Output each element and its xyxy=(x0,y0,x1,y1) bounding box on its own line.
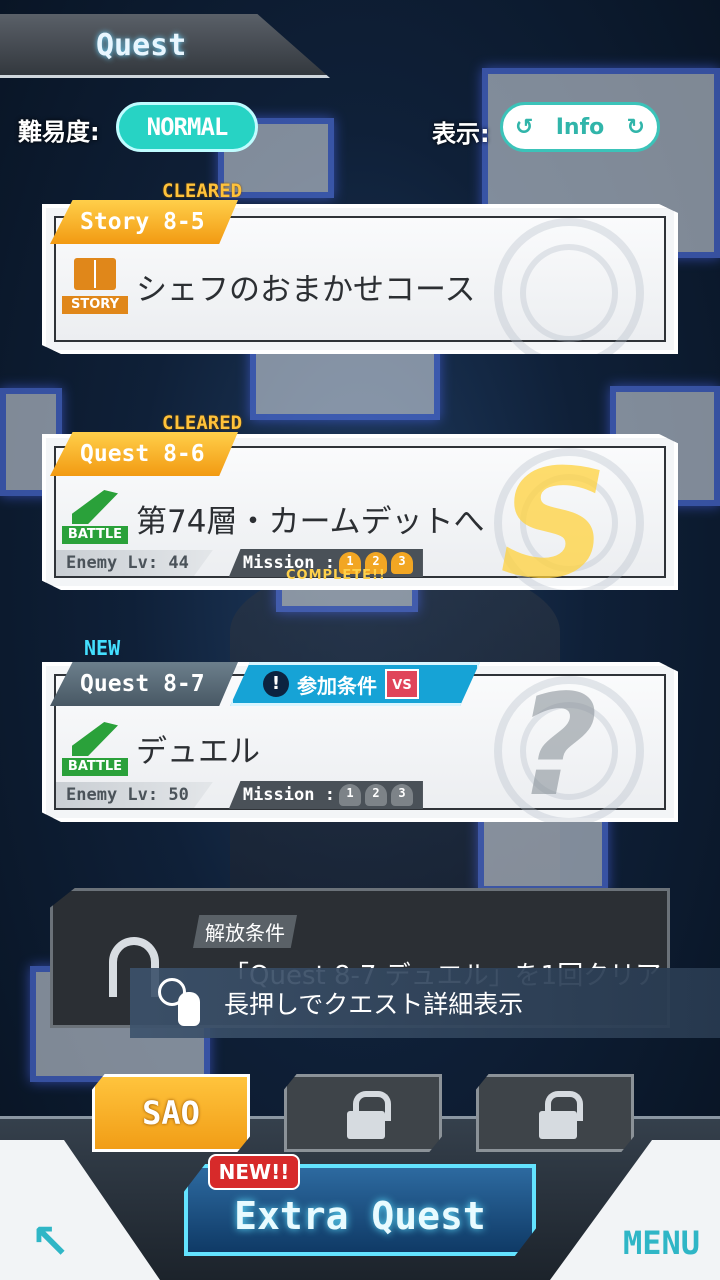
entry-condition-badge[interactable]: ! 参加条件 VS xyxy=(230,662,480,706)
enemy-level: Enemy Lv: 50 xyxy=(56,782,213,808)
battle-type-label: BATTLE xyxy=(62,526,128,544)
quest-name: シェフのおまかせコース xyxy=(136,272,476,308)
cleared-label: CLEARED xyxy=(162,412,243,434)
quest-id-tab: Quest 8-7 xyxy=(50,662,238,706)
difficulty-button[interactable]: NORMAL xyxy=(116,102,258,152)
battle-icon: BATTLE xyxy=(62,488,128,544)
back-arrow-icon: ↖ xyxy=(30,1214,71,1270)
quest-name: デュエル xyxy=(136,734,260,770)
view-value: Info xyxy=(555,114,605,140)
exclamation-icon: ! xyxy=(263,671,289,697)
vs-icon: VS xyxy=(385,669,419,699)
story-icon: STORY xyxy=(62,258,128,314)
view-toggle-button[interactable]: ↺ Info ↻ xyxy=(500,102,660,152)
cycle-right-icon: ↻ xyxy=(626,114,645,140)
mission-complete-label: COMPLETE!! xyxy=(286,568,386,583)
cleared-label: CLEARED xyxy=(162,180,243,202)
page-title: Quest xyxy=(96,28,187,63)
trophy-icon: 3 xyxy=(390,784,413,806)
quest-id-tab: Story 8-5 xyxy=(50,200,238,244)
quest-id-tab: Quest 8-6 xyxy=(50,432,238,476)
trophy-icon: 3 xyxy=(390,552,413,574)
hint-text: 長押しでクエスト詳細表示 xyxy=(224,990,524,1019)
quest-card-quest-8-7[interactable]: NEW ? Quest 8-7 ! 参加条件 VS BATTLE デュエル En… xyxy=(42,636,678,828)
world-tab-sao[interactable]: SAO xyxy=(92,1074,250,1152)
quest-name: 第74層・カームデットへ xyxy=(136,504,485,540)
trophy-icon: 2 xyxy=(364,784,387,806)
world-tab-label: SAO xyxy=(142,1094,200,1132)
cycle-left-icon: ↺ xyxy=(515,114,534,140)
sword-icon xyxy=(72,490,118,524)
new-label: NEW xyxy=(84,636,121,660)
rank-unknown-emblem: ? xyxy=(516,665,598,828)
ring-decoration xyxy=(494,218,644,354)
quest-card-quest-8-6[interactable]: CLEARED S Quest 8-6 BATTLE 第74層・カームデットへ … xyxy=(42,410,678,600)
tap-hand-icon xyxy=(158,978,204,1028)
trophy-icon: 1 xyxy=(338,784,361,806)
mission-label: Mission : xyxy=(242,785,335,805)
world-tab-locked[interactable] xyxy=(284,1074,442,1152)
menu-label: MENU xyxy=(622,1224,700,1262)
battle-icon: BATTLE xyxy=(62,720,128,776)
quest-stats: Enemy Lv: 50 Mission : 1 2 3 xyxy=(56,780,423,810)
world-tab-locked[interactable] xyxy=(476,1074,634,1152)
lock-icon xyxy=(347,1091,391,1139)
enemy-level: Enemy Lv: 44 xyxy=(56,550,213,576)
quest-card-story-8-5[interactable]: CLEARED Story 8-5 STORY シェフのおまかせコース xyxy=(42,180,678,360)
entry-condition-label: 参加条件 xyxy=(297,673,377,698)
long-press-hint: 長押しでクエスト詳細表示 xyxy=(130,968,720,1038)
lock-icon xyxy=(539,1091,583,1139)
battle-type-label: BATTLE xyxy=(62,758,128,776)
view-label: 表示: xyxy=(432,120,490,148)
unlock-condition-tag: 解放条件 xyxy=(193,915,297,948)
story-type-label: STORY xyxy=(62,296,128,314)
difficulty-label: 難易度: xyxy=(18,118,100,146)
sword-icon xyxy=(72,722,118,756)
rank-s-emblem: S xyxy=(499,438,608,612)
new-badge: NEW!! xyxy=(208,1154,300,1190)
mission-status: Mission : 1 2 3 xyxy=(228,781,423,809)
